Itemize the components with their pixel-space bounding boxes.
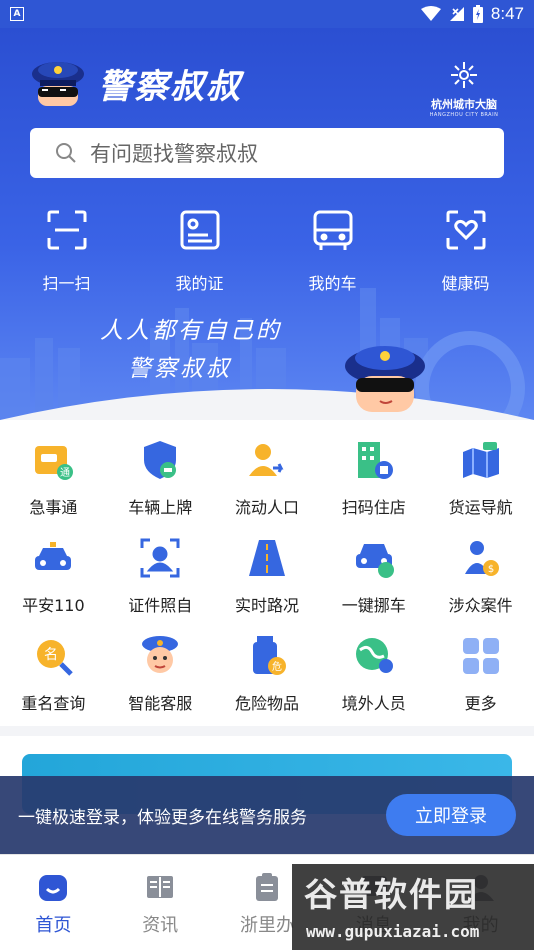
search-placeholder: 有问题找警察叔叔 bbox=[90, 142, 258, 166]
service-road-status[interactable]: 实时路况 bbox=[214, 528, 321, 626]
svg-text:$: $ bbox=[487, 564, 493, 575]
city-brain-cn: 杭州城市大脑 bbox=[431, 98, 497, 111]
slogan-line-1: 人人都有自己的 bbox=[100, 318, 282, 344]
name-search-icon: 名 bbox=[37, 640, 74, 676]
service-label: 货运导航 bbox=[448, 498, 513, 517]
service-freight-navigation[interactable]: 货运导航 bbox=[427, 430, 534, 528]
search-icon bbox=[56, 143, 76, 163]
service-vehicle-plate[interactable]: 车辆上牌 bbox=[107, 430, 214, 528]
urgent-matters-icon: 通 bbox=[35, 446, 74, 480]
notification-icon: A bbox=[10, 7, 24, 21]
slogan-line-2: 警察叔叔 bbox=[128, 356, 232, 382]
road-status-icon bbox=[248, 540, 285, 576]
signal-icon bbox=[449, 7, 464, 21]
service-label: 境外人员 bbox=[341, 694, 406, 713]
more-grid-icon bbox=[462, 638, 499, 674]
vehicle-plate-icon bbox=[144, 441, 177, 479]
service-foreigners[interactable]: 境外人员 bbox=[320, 626, 427, 724]
login-prompt-bar: 一键极速登录，体验更多在线警务服务 立即登录 bbox=[0, 776, 534, 854]
service-label: 平安110 bbox=[22, 596, 85, 615]
tab-label: 浙里办 bbox=[239, 915, 294, 936]
id-photo-icon bbox=[140, 538, 180, 578]
service-safe-110[interactable]: 平安110 bbox=[0, 528, 107, 626]
floating-population-icon bbox=[248, 444, 284, 476]
service-urgent[interactable]: 通 急事通 bbox=[0, 430, 107, 528]
service-label: 车辆上牌 bbox=[128, 498, 193, 517]
service-label: 更多 bbox=[464, 694, 497, 713]
service-mass-case[interactable]: $ 涉众案件 bbox=[427, 528, 534, 626]
police-car-icon bbox=[35, 542, 72, 570]
watermark-title: 谷普软件园 bbox=[304, 875, 479, 914]
police-mascot-logo-icon bbox=[32, 62, 84, 106]
svg-text:危: 危 bbox=[272, 661, 282, 673]
scan-icon bbox=[47, 210, 86, 250]
service-more[interactable]: 更多 bbox=[427, 626, 534, 724]
mass-case-icon: $ bbox=[464, 541, 499, 576]
clock: 8:47 bbox=[490, 4, 524, 23]
wifi-icon bbox=[420, 6, 441, 21]
city-brain-en: HANGZHOU CITY BRAIN bbox=[429, 112, 499, 118]
smart-service-icon bbox=[142, 636, 179, 673]
svg-text:名: 名 bbox=[44, 647, 58, 663]
service-label: 涉众案件 bbox=[448, 596, 513, 615]
service-label: 危险物品 bbox=[234, 694, 299, 713]
service-label: 实时路况 bbox=[234, 596, 299, 615]
tab-home[interactable]: 首页 bbox=[0, 855, 107, 950]
service-move-car[interactable]: 一键挪车 bbox=[320, 528, 427, 626]
login-now-button[interactable]: 立即登录 bbox=[386, 794, 516, 836]
service-name-search[interactable]: 名 重名查询 bbox=[0, 626, 107, 724]
clipboard-icon bbox=[255, 873, 278, 901]
service-label: 证件照自 bbox=[128, 596, 193, 615]
service-label: 智能客服 bbox=[128, 694, 193, 713]
brand: 警察叔叔 bbox=[30, 58, 242, 108]
car-front-icon bbox=[313, 210, 352, 250]
service-id-photo[interactable]: 证件照自 bbox=[107, 528, 214, 626]
id-card-icon bbox=[180, 210, 219, 250]
login-prompt-text: 一键极速登录，体验更多在线警务服务 bbox=[18, 807, 307, 828]
watermark-url: www.gupuxiazai.com bbox=[306, 922, 480, 941]
tab-news[interactable]: 资讯 bbox=[107, 855, 214, 950]
site-watermark: 谷普软件园 www.gupuxiazai.com bbox=[292, 864, 534, 950]
service-label: 重名查询 bbox=[21, 694, 86, 713]
status-bar: A 8:47 bbox=[0, 0, 534, 28]
service-label: 一键挪车 bbox=[341, 596, 406, 615]
city-brain-emblem-icon bbox=[451, 62, 477, 88]
home-icon bbox=[39, 875, 68, 901]
service-floating-population[interactable]: 流动人口 bbox=[214, 430, 321, 528]
news-icon bbox=[147, 876, 174, 898]
move-car-icon bbox=[355, 544, 394, 578]
service-label: 流动人口 bbox=[234, 498, 299, 517]
slogan: 人人都有自己的 警察叔叔 bbox=[100, 312, 282, 388]
service-hotel-checkin[interactable]: 扫码住店 bbox=[320, 430, 427, 528]
service-smart-service[interactable]: 智能客服 bbox=[107, 626, 214, 724]
service-dangerous-goods[interactable]: 危 危险物品 bbox=[214, 626, 321, 724]
tab-label: 首页 bbox=[35, 915, 72, 936]
city-brain-logo: 杭州城市大脑 HANGZHOU CITY BRAIN bbox=[424, 60, 504, 118]
health-code-icon bbox=[446, 210, 485, 250]
hotel-checkin-icon bbox=[357, 442, 393, 479]
svg-text:通: 通 bbox=[60, 467, 70, 479]
dangerous-goods-icon: 危 bbox=[252, 636, 286, 675]
service-label: 急事通 bbox=[29, 498, 78, 517]
tab-label: 资讯 bbox=[142, 915, 179, 936]
service-label: 扫码住店 bbox=[341, 498, 406, 517]
services-grid: 通 急事通 车辆上牌 流动人口 扫码住店 货运导航 平安110 证件照自 实时路… bbox=[0, 420, 534, 726]
search-bar[interactable]: 有问题找警察叔叔 bbox=[30, 128, 504, 178]
freight-navigation-icon bbox=[462, 442, 499, 478]
hero-header: 警察叔叔 杭州城市大脑 HANGZHOU CITY BRAIN 有问题找警察叔叔… bbox=[0, 28, 534, 420]
foreigner-icon bbox=[355, 638, 393, 673]
app-title: 警察叔叔 bbox=[98, 66, 242, 107]
battery-icon bbox=[472, 5, 483, 23]
